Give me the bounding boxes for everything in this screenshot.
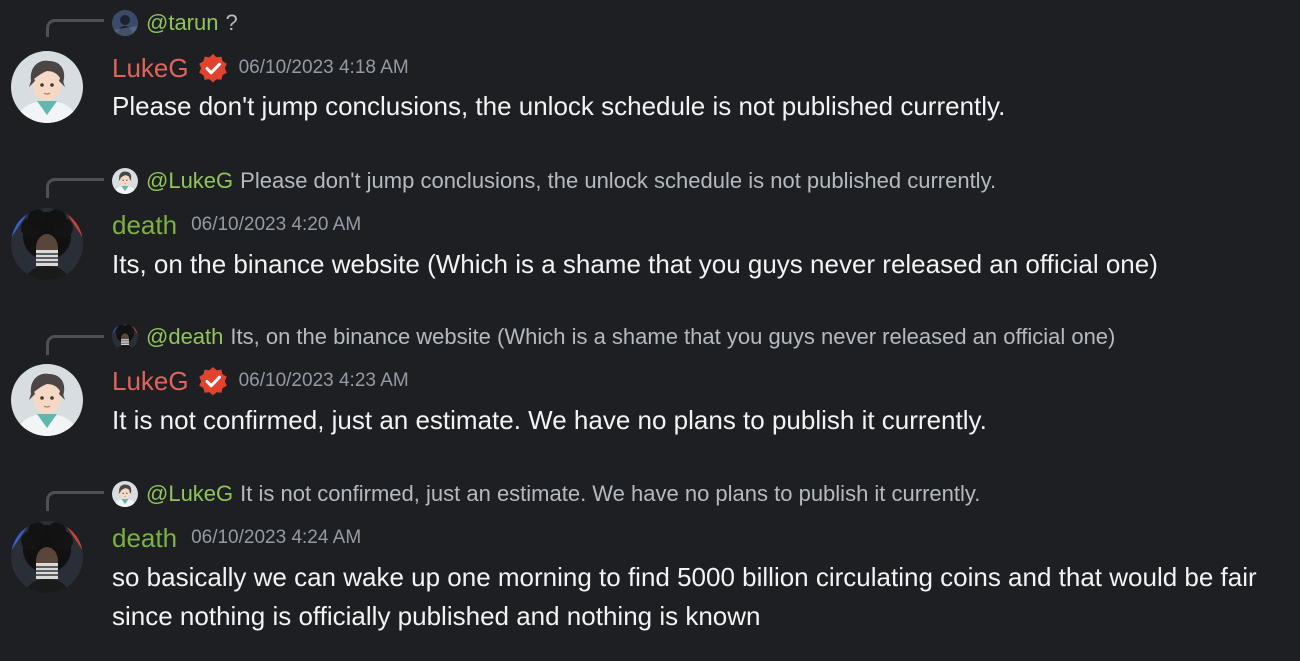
- message-content: so basically we can wake up one morning …: [112, 562, 1257, 631]
- reply-mention[interactable]: @LukeG: [146, 168, 233, 194]
- reply-mention[interactable]: @LukeG: [146, 481, 233, 507]
- avatar[interactable]: [11, 208, 83, 280]
- reply-text: Please don't jump conclusions, the unloc…: [240, 168, 997, 193]
- reply-mention[interactable]: @death: [146, 324, 223, 350]
- timestamp: 06/10/2023 4:24 AM: [191, 527, 362, 548]
- message-header: death 06/10/2023 4:24 AM: [112, 520, 361, 556]
- avatar[interactable]: [11, 364, 83, 436]
- reply-preview[interactable]: @LukeG Please don't jump conclusions, th…: [112, 166, 996, 196]
- timestamp: 06/10/2023 4:23 AM: [238, 370, 409, 391]
- reply-text: It is not confirmed, just an estimate. W…: [240, 481, 981, 506]
- message-header: LukeG 06/10/2023 4:23 AM: [112, 363, 409, 399]
- username[interactable]: death: [112, 523, 177, 554]
- avatar[interactable]: [11, 51, 83, 123]
- reply-connector: [46, 491, 104, 511]
- username[interactable]: LukeG: [112, 366, 189, 397]
- message-header: LukeG 06/10/2023 4:18 AM: [112, 50, 409, 86]
- reply-avatar: [112, 324, 138, 350]
- message-content: It is not confirmed, just an estimate. W…: [112, 405, 987, 435]
- reply-preview[interactable]: @death Its, on the binance website (Whic…: [112, 322, 1115, 352]
- message-content: Its, on the binance website (Which is a …: [112, 249, 1158, 279]
- reply-avatar: [112, 168, 138, 194]
- reply-text: Its, on the binance website (Which is a …: [230, 324, 1116, 349]
- reply-preview[interactable]: @tarun ?: [112, 8, 238, 38]
- reply-preview[interactable]: @LukeG It is not confirmed, just an esti…: [112, 479, 980, 509]
- reply-connector: [46, 19, 104, 37]
- username[interactable]: death: [112, 210, 177, 241]
- timestamp: 06/10/2023 4:18 AM: [238, 57, 409, 78]
- verified-badge-icon: [197, 53, 229, 85]
- timestamp: 06/10/2023 4:20 AM: [191, 214, 362, 235]
- reply-connector: [46, 335, 104, 355]
- username[interactable]: LukeG: [112, 53, 189, 84]
- reply-text: ?: [225, 10, 238, 35]
- chat-log: @tarun ? LukeG 06/10/2023 4:18 AM Please…: [0, 0, 1300, 661]
- reply-connector: [46, 178, 104, 198]
- message-content: Please don't jump conclusions, the unloc…: [112, 91, 1006, 121]
- reply-avatar: [112, 481, 138, 507]
- reply-avatar: [112, 10, 138, 36]
- avatar[interactable]: [11, 521, 83, 593]
- message-header: death 06/10/2023 4:20 AM: [112, 207, 361, 243]
- reply-mention[interactable]: @tarun: [146, 10, 218, 36]
- verified-badge-icon: [197, 366, 229, 398]
